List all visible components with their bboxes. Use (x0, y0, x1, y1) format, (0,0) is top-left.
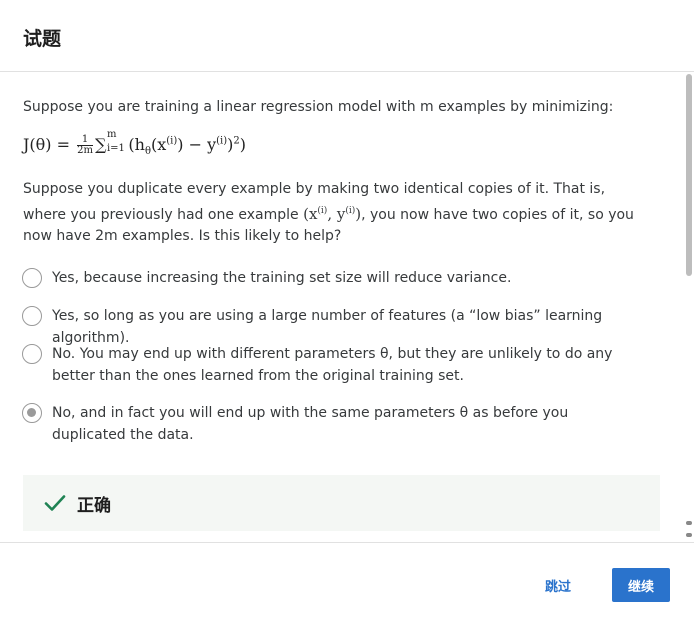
question-paragraph: Suppose you duplicate every example by m… (23, 181, 634, 244)
radio-button[interactable] (22, 268, 42, 288)
fraction: 1 2m (77, 134, 93, 156)
skip-button[interactable]: 跳过 (534, 568, 582, 602)
radio-button[interactable] (22, 306, 42, 326)
answer-option[interactable]: Yes, so long as you are using a large nu… (22, 306, 642, 349)
scroll-indicator (686, 521, 692, 525)
question-intro: Suppose you are training a linear regres… (23, 99, 614, 115)
answer-option[interactable]: Yes, because increasing the training set… (22, 268, 642, 290)
scrollbar-thumb[interactable] (686, 74, 692, 276)
cost-function-formula: J(θ) = 1 2m ∑ m i=1 (hθ(x(i)) − y(i))2) (23, 129, 246, 158)
answer-option-selected[interactable]: No, and in fact you will end up with the… (22, 403, 642, 446)
radio-button-selected[interactable] (22, 403, 42, 423)
feedback-label: 正确 (77, 495, 111, 516)
option-label: Yes, because increasing the training set… (52, 270, 512, 286)
dialog-header: 试题 (0, 0, 694, 72)
dialog-footer: 跳过 继续 (0, 542, 694, 626)
option-label: No. You may end up with different parame… (52, 346, 613, 384)
scroll-indicator (686, 533, 692, 537)
feedback-banner: 正确 (23, 475, 660, 531)
continue-button[interactable]: 继续 (612, 568, 670, 602)
dialog-title: 试题 (23, 28, 62, 50)
option-label: Yes, so long as you are using a large nu… (52, 308, 603, 346)
example-math: (x(i), y(i)) (303, 204, 362, 223)
check-icon (44, 495, 66, 511)
answer-option[interactable]: No. You may end up with different parame… (22, 344, 642, 387)
summation: ∑ m i=1 (94, 129, 125, 154)
question-content[interactable]: Suppose you are training a linear regres… (0, 73, 694, 541)
option-label: No, and in fact you will end up with the… (52, 405, 569, 443)
radio-button[interactable] (22, 344, 42, 364)
